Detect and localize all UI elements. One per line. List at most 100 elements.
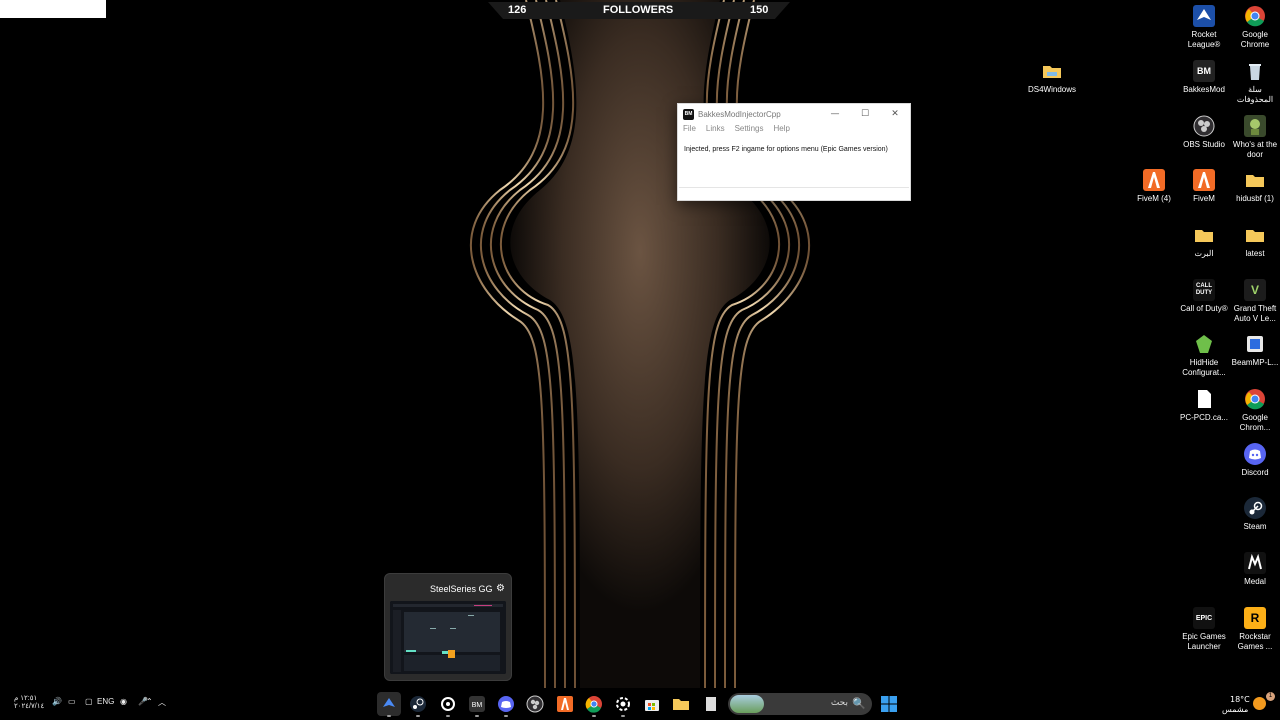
running-indicator [621,715,625,717]
taskbar-steelseries-gg[interactable] [611,692,635,717]
desktop-icon-ds4windows[interactable]: DS4Windows [1026,60,1078,95]
wifi-icon[interactable]: ◉ [120,697,127,706]
call-of-duty-icon: CALL DUTY [1193,279,1215,301]
desktop-icon-pc-pcd[interactable]: PC-PCD.ca... [1178,388,1230,423]
notification-badge[interactable]: 1 [1266,692,1275,701]
fivem-icon [1193,169,1215,191]
weather-widget[interactable]: 18°C مشمس [1222,695,1250,715]
close-button[interactable]: ✕ [880,104,910,124]
desktop-icon-whos-at-the-door[interactable]: Who's at the door [1229,115,1280,160]
desktop-icon-label: Grand Theft Auto V Le... [1233,304,1277,323]
desktop-icon-call-of-duty[interactable]: CALL DUTY Call of Duty® [1178,279,1230,314]
desktop-icon-label: سلة المحذوفات [1236,85,1274,104]
hidhide-icon [1193,333,1215,355]
desktop-icon-steam[interactable]: Steam [1229,497,1280,532]
desktop-icon-label: Epic Games Launcher [1182,632,1226,651]
taskbar-chrome[interactable] [582,692,606,717]
window-controls: — ☐ ✕ [820,104,910,124]
steam-icon [1244,497,1266,519]
tray-date: ٢٠٢٤/٧/١٤ [14,703,45,710]
gear-icon [616,697,630,711]
menu-file[interactable]: File [683,124,696,138]
desktop-icon-epic-games[interactable]: EPIC Epic Games Launcher [1178,607,1230,652]
desktop-icon-label: Discord [1241,468,1269,477]
desktop-icon-medal[interactable]: Medal [1229,552,1280,587]
tray-time: ١٢:٥١ م [14,695,38,702]
folder-icon [1244,169,1266,191]
desktop-icon-label: hidusbf (1) [1236,194,1274,203]
obs-icon [526,695,544,713]
search-highlight-image [730,695,764,713]
desktop-icon-bakkesmod[interactable]: BM BakkesMod [1178,60,1230,95]
followers-right-count: 150 [750,4,769,16]
start-button[interactable] [877,692,901,716]
minimize-button[interactable]: — [820,104,850,124]
taskbar-bakkesmod[interactable]: BM [465,692,489,717]
desktop-icon-label: FiveM (4) [1137,194,1171,203]
gta-icon: V [1244,279,1266,301]
taskbar-rocket-league[interactable] [377,692,401,717]
taskbar-fivem[interactable] [553,692,577,716]
desktop-icon-fivem-4[interactable]: FiveM (4) [1128,169,1180,204]
preview-thumbnail[interactable] [390,601,506,674]
desktop-icon-hidhide[interactable]: HidHide Configurat... [1178,333,1230,378]
folder-icon [1244,224,1266,246]
chevron-up-icon[interactable]: ︿ [158,697,166,708]
desktop-icon-gta-v[interactable]: V Grand Theft Auto V Le... [1229,279,1280,324]
desktop-icon-hidusbf[interactable]: hidusbf (1) [1229,169,1280,204]
bakkesmod-icon: BM [469,696,485,712]
steelseries-icon [441,697,455,711]
desktop-icon-rocket-league[interactable]: Rocket League® [1178,5,1230,50]
tray-arrow-icon[interactable]: ⌃ [146,697,153,706]
taskbar-steam[interactable] [406,692,430,717]
volume-icon[interactable]: 🔊 [52,697,62,706]
display-icon[interactable]: ▢ [85,697,93,706]
tray-left-icons[interactable]: ١٢:٥١ م ٢٠٢٤/٧/١٤ [14,695,44,711]
menu-links[interactable]: Links [706,124,725,138]
weather-description: مشمس [1222,705,1249,714]
desktop-icon-label: latest [1245,249,1265,258]
rockstar-icon: R [1244,607,1266,629]
desktop-icon-obs-studio[interactable]: OBS Studio [1178,115,1230,150]
bakkesmod-app-icon: BM [683,108,694,120]
taskbar-microsoft-store[interactable] [640,692,664,716]
bakkesmod-injector-window[interactable]: BM BakkesModInjectorCpp — ☐ ✕ File Links… [677,103,911,201]
search-placeholder: بحث [830,698,848,708]
desktop-icon-fivem[interactable]: FiveM [1178,169,1230,204]
desktop-icon-rockstar[interactable]: R Rockstar Games ... [1229,607,1280,652]
preview-title: SteelSeries GG [430,584,493,594]
desktop-icon-google-chrome[interactable]: Google Chrome [1229,5,1280,50]
desktop-wallpaper [0,0,1280,720]
menu-help[interactable]: Help [773,124,789,138]
maximize-button[interactable]: ☐ [850,104,880,124]
file-icon [1193,388,1215,410]
discord-icon [498,696,514,712]
taskbar-discord[interactable] [494,692,518,717]
notepad-icon [706,697,716,711]
desktop-icon-latest[interactable]: latest [1229,224,1280,259]
desktop-icon-label: BeamMP-L... [1231,358,1279,367]
taskbar-file-explorer[interactable] [669,692,693,716]
menu-settings[interactable]: Settings [735,124,764,138]
desktop-icon-label: FiveM [1193,194,1215,203]
beammp-icon [1244,333,1266,355]
language-indicator[interactable]: ENG [97,697,114,706]
taskbar-steelseries[interactable] [436,692,460,717]
steelseries-taskbar-preview[interactable]: SteelSeries GG ⚙ [384,573,512,681]
desktop-icon-label: Google Chrome [1240,30,1270,49]
desktop-icon-albert[interactable]: البرت [1178,224,1230,259]
battery-icon[interactable]: ▭ [68,697,76,706]
taskbar-notepad[interactable] [699,692,723,716]
desktop-icon-discord[interactable]: Discord [1229,443,1280,478]
desktop-icon-google-chrome-2[interactable]: Google Chrom... [1229,388,1280,433]
bakkesmod-icon: BM [1193,60,1215,82]
store-icon [645,700,659,711]
taskbar-obs[interactable] [523,692,547,716]
desktop-icon-beammp[interactable]: BeamMP-L... [1229,333,1280,368]
desktop-icon-recycle-bin[interactable]: سلة المحذوفات [1229,60,1280,105]
taskbar-search[interactable]: بحث 🔍 [728,693,872,715]
steelseries-icon: ⚙ [496,583,505,594]
discord-icon [1244,443,1266,465]
rocket-league-icon [383,698,395,707]
folder-icon [673,699,689,710]
